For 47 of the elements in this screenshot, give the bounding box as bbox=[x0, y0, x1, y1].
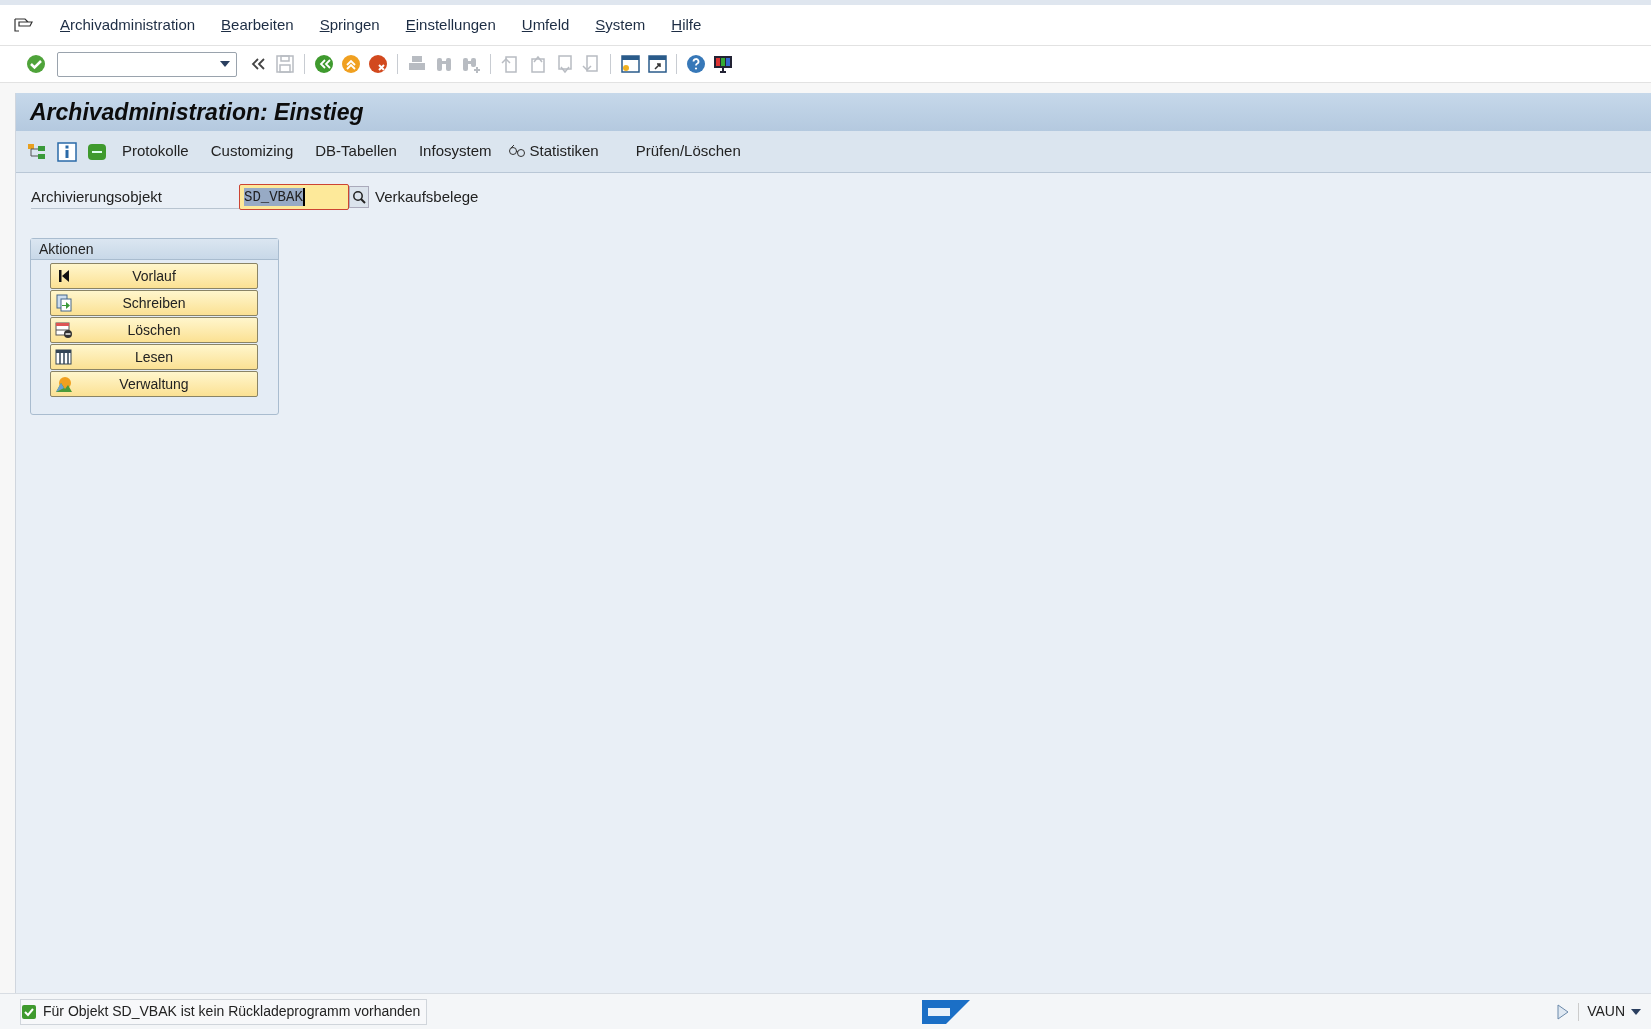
field-label: Archivierungsobjekt bbox=[31, 185, 239, 209]
action-button[interactable]: Schreiben bbox=[50, 290, 258, 316]
toolbar-button[interactable]: Infosystem bbox=[413, 140, 497, 163]
play-icon[interactable] bbox=[1556, 1003, 1571, 1020]
group-title: Aktionen bbox=[31, 239, 278, 260]
toolbar-button[interactable]: Customizing bbox=[205, 140, 299, 163]
dropdown-caret-icon[interactable] bbox=[1631, 1008, 1641, 1015]
menu-item[interactable]: Hilfe bbox=[671, 13, 702, 37]
table-grid-icon bbox=[55, 348, 73, 366]
menu-item[interactable]: System bbox=[595, 13, 646, 37]
menu-item[interactable]: Einstellungen bbox=[405, 13, 496, 37]
hierarchy-icon[interactable] bbox=[27, 141, 47, 162]
cancel-icon[interactable] bbox=[366, 52, 390, 76]
logo-icon bbox=[922, 999, 971, 1024]
command-field[interactable] bbox=[57, 51, 237, 77]
status-text: Für Objekt SD_VBAK ist kein Rückladeprogramm vorhanden bbox=[43, 1002, 421, 1021]
exit-icon[interactable] bbox=[339, 52, 363, 76]
action-button[interactable]: Vorlauf bbox=[50, 263, 258, 289]
document-arrow-icon bbox=[55, 294, 73, 312]
back-icon[interactable] bbox=[312, 52, 336, 76]
object-description: Verkaufsbelege bbox=[375, 186, 479, 207]
action-button[interactable]: Lesen bbox=[50, 344, 258, 370]
toolbar-button[interactable]: Prüfen/Löschen bbox=[630, 140, 746, 163]
enter-check-icon[interactable] bbox=[24, 52, 48, 76]
search-icon bbox=[352, 190, 366, 204]
system-name: VAUN bbox=[1587, 1002, 1625, 1021]
toolbar-button[interactable]: Statistiken bbox=[508, 140, 599, 163]
menu-icon[interactable] bbox=[14, 17, 34, 33]
screen-title: Archivadministration: Einstieg bbox=[30, 97, 364, 127]
help-icon[interactable] bbox=[684, 52, 708, 76]
toolbar-button[interactable]: DB-Tabellen bbox=[310, 140, 402, 163]
new-window-icon[interactable] bbox=[618, 52, 642, 76]
landscape-icon bbox=[55, 375, 73, 393]
input-value: SD_VBAK bbox=[244, 188, 305, 206]
action-button[interactable]: Verwaltung bbox=[50, 371, 258, 397]
toolbar-button[interactable]: Protokolle bbox=[117, 140, 194, 163]
menu-item[interactable]: Umfeld bbox=[521, 13, 570, 37]
shortcut-window-icon[interactable] bbox=[645, 52, 669, 76]
dropdown-caret-icon[interactable] bbox=[220, 61, 230, 67]
menu-item[interactable]: Springen bbox=[319, 13, 380, 37]
search-button[interactable] bbox=[349, 186, 369, 208]
menu-item[interactable]: Archivadministration bbox=[60, 13, 196, 37]
object-input-field[interactable]: SD_VBAK bbox=[239, 184, 349, 210]
action-button[interactable]: Löschen bbox=[50, 317, 258, 343]
table-minus-icon bbox=[55, 321, 73, 339]
info-icon[interactable] bbox=[57, 141, 77, 162]
menu-item[interactable]: Bearbeiten bbox=[221, 13, 294, 37]
